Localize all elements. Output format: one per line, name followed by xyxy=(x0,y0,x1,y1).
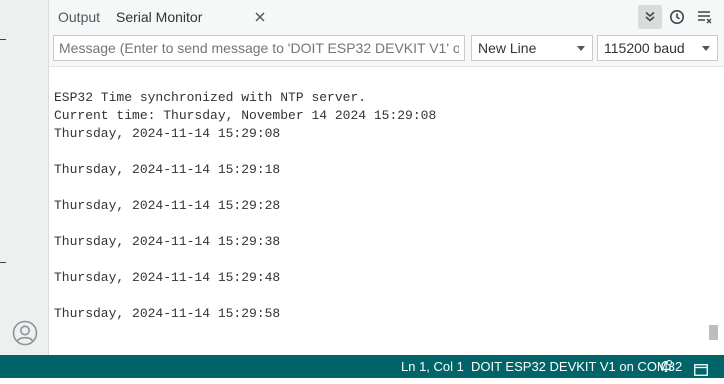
output-line: Thursday, 2024-11-14 15:29:28 xyxy=(54,198,281,213)
panel-tab-bar: Output Serial Monitor xyxy=(49,0,724,33)
chevron-down-icon xyxy=(577,46,585,51)
output-line: Thursday, 2024-11-14 15:29:48 xyxy=(54,270,281,285)
account-icon[interactable] xyxy=(12,320,38,346)
message-input[interactable] xyxy=(53,35,465,61)
output-line: Current time: Thursday, November 14 2024… xyxy=(54,108,437,123)
status-bar: Ln 1, Col 1 DOIT ESP32 DEVKIT V1 on COM3… xyxy=(0,355,724,378)
board-port-status[interactable]: DOIT ESP32 DEVKIT V1 on COM3 xyxy=(471,355,675,378)
activity-bar xyxy=(0,0,49,355)
baud-rate-value: 115200 baud xyxy=(604,40,685,56)
output-lines: ESP32 Time synchronized with NTP server.… xyxy=(54,89,436,323)
chevron-down-icon xyxy=(702,46,710,51)
divider xyxy=(0,262,6,263)
output-line: ESP32 Time synchronized with NTP server. xyxy=(54,90,367,105)
scrollbar-thumb[interactable] xyxy=(709,325,718,340)
divider xyxy=(0,39,6,40)
timestamp-icon[interactable] xyxy=(666,6,688,28)
autoscroll-icon[interactable] xyxy=(638,5,662,29)
output-line: Thursday, 2024-11-14 15:29:08 xyxy=(54,126,281,141)
bell-icon xyxy=(661,360,672,372)
tab-output[interactable]: Output xyxy=(58,0,100,32)
baud-rate-select[interactable]: 115200 baud xyxy=(597,35,718,61)
message-row: New Line 115200 baud xyxy=(49,32,724,67)
output-line: Thursday, 2024-11-14 15:29:58 xyxy=(54,306,281,321)
line-ending-value: New Line xyxy=(478,40,537,56)
notification-count: 2 xyxy=(675,358,683,374)
output-line: Thursday, 2024-11-14 15:29:18 xyxy=(54,162,281,177)
clear-output-icon[interactable] xyxy=(694,6,716,28)
tab-serial-monitor[interactable]: Serial Monitor xyxy=(116,0,202,32)
close-icon[interactable] xyxy=(253,10,267,24)
cursor-position[interactable]: Ln 1, Col 1 xyxy=(401,355,464,378)
output-line: Thursday, 2024-11-14 15:29:38 xyxy=(54,234,281,249)
notifications-button[interactable]: 2 xyxy=(660,355,682,378)
toggle-panel-icon[interactable] xyxy=(694,360,708,376)
serial-output: ESP32 Time synchronized with NTP server.… xyxy=(49,67,723,355)
line-ending-select[interactable]: New Line xyxy=(471,35,593,61)
